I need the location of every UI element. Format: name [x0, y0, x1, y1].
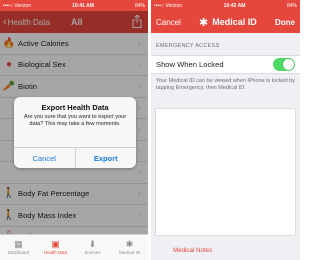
tab-sources[interactable]: ⬇ Sources — [74, 235, 111, 260]
cancel-button[interactable]: Cancel — [156, 18, 181, 27]
tab-icon: ▣ — [51, 239, 60, 249]
section-header: EMERGENCY ACCESS — [156, 43, 220, 49]
medical-id-screen: ••••○ Verizon 10:42 AM 84% Cancel ✱ Medi… — [151, 0, 300, 260]
battery-label: 84% — [286, 2, 297, 9]
tab-label: Sources — [84, 250, 101, 255]
alert-buttons: Cancel Export — [14, 147, 136, 168]
alert-title: Export Health Data — [41, 103, 109, 112]
tab-label: Health Data — [43, 250, 68, 255]
show-when-locked-toggle[interactable] — [273, 58, 295, 71]
medical-notes-label: Medical Notes — [173, 247, 213, 254]
toggle-label: Show When Locked — [156, 60, 224, 69]
emergency-access-note: Your Medical ID can be viewed when iPhon… — [156, 78, 295, 92]
tab-label: Medical ID — [119, 250, 140, 255]
clock: 10:41 AM — [72, 2, 94, 9]
toggle-knob — [283, 59, 294, 70]
tab-label: Dashboard — [7, 250, 30, 255]
carrier-label: ••••○ Verizon — [154, 2, 183, 9]
tab-dashboard[interactable]: ▦ Dashboard — [0, 235, 37, 260]
medical-star-icon: ✱ — [199, 16, 209, 29]
status-bar: ••••○ Verizon 10:41 AM 84% — [0, 0, 148, 11]
navigation-bar: Cancel ✱ Medical ID Done — [151, 11, 300, 33]
show-when-locked-row: Show When Locked — [151, 55, 300, 74]
status-bar: ••••○ Verizon 10:42 AM 84% — [151, 0, 300, 11]
tab-icon: ▦ — [14, 239, 23, 249]
nav-title: ✱ Medical ID — [199, 16, 257, 29]
export-button[interactable]: Export — [74, 148, 137, 168]
export-alert-dialog: Export Health Data Are you sure that you… — [14, 97, 136, 168]
medical-id-card[interactable] — [155, 108, 296, 236]
nav-title-label: Medical ID — [212, 17, 257, 27]
cancel-button[interactable]: Cancel — [14, 148, 75, 168]
tab-bar: ▦ Dashboard ▣ Health Data ⬇ Sources ✱ Medical I… — [0, 234, 148, 260]
battery-label: 84% — [134, 2, 145, 9]
tab-medical-id[interactable]: ✱ Medical ID — [111, 235, 148, 260]
alert-message: Are you sure that you want to export you… — [23, 114, 127, 128]
carrier-label: ••••○ Verizon — [3, 2, 32, 9]
tab-icon: ✱ — [125, 239, 134, 249]
clock: 10:42 AM — [223, 2, 246, 9]
tab-icon: ⬇ — [88, 239, 97, 249]
tab-health-data[interactable]: ▣ Health Data — [37, 235, 74, 260]
health-data-screen: ••••○ Verizon 10:41 AM 84% ‹ Health Data… — [0, 0, 148, 260]
done-button[interactable]: Done — [275, 18, 295, 27]
